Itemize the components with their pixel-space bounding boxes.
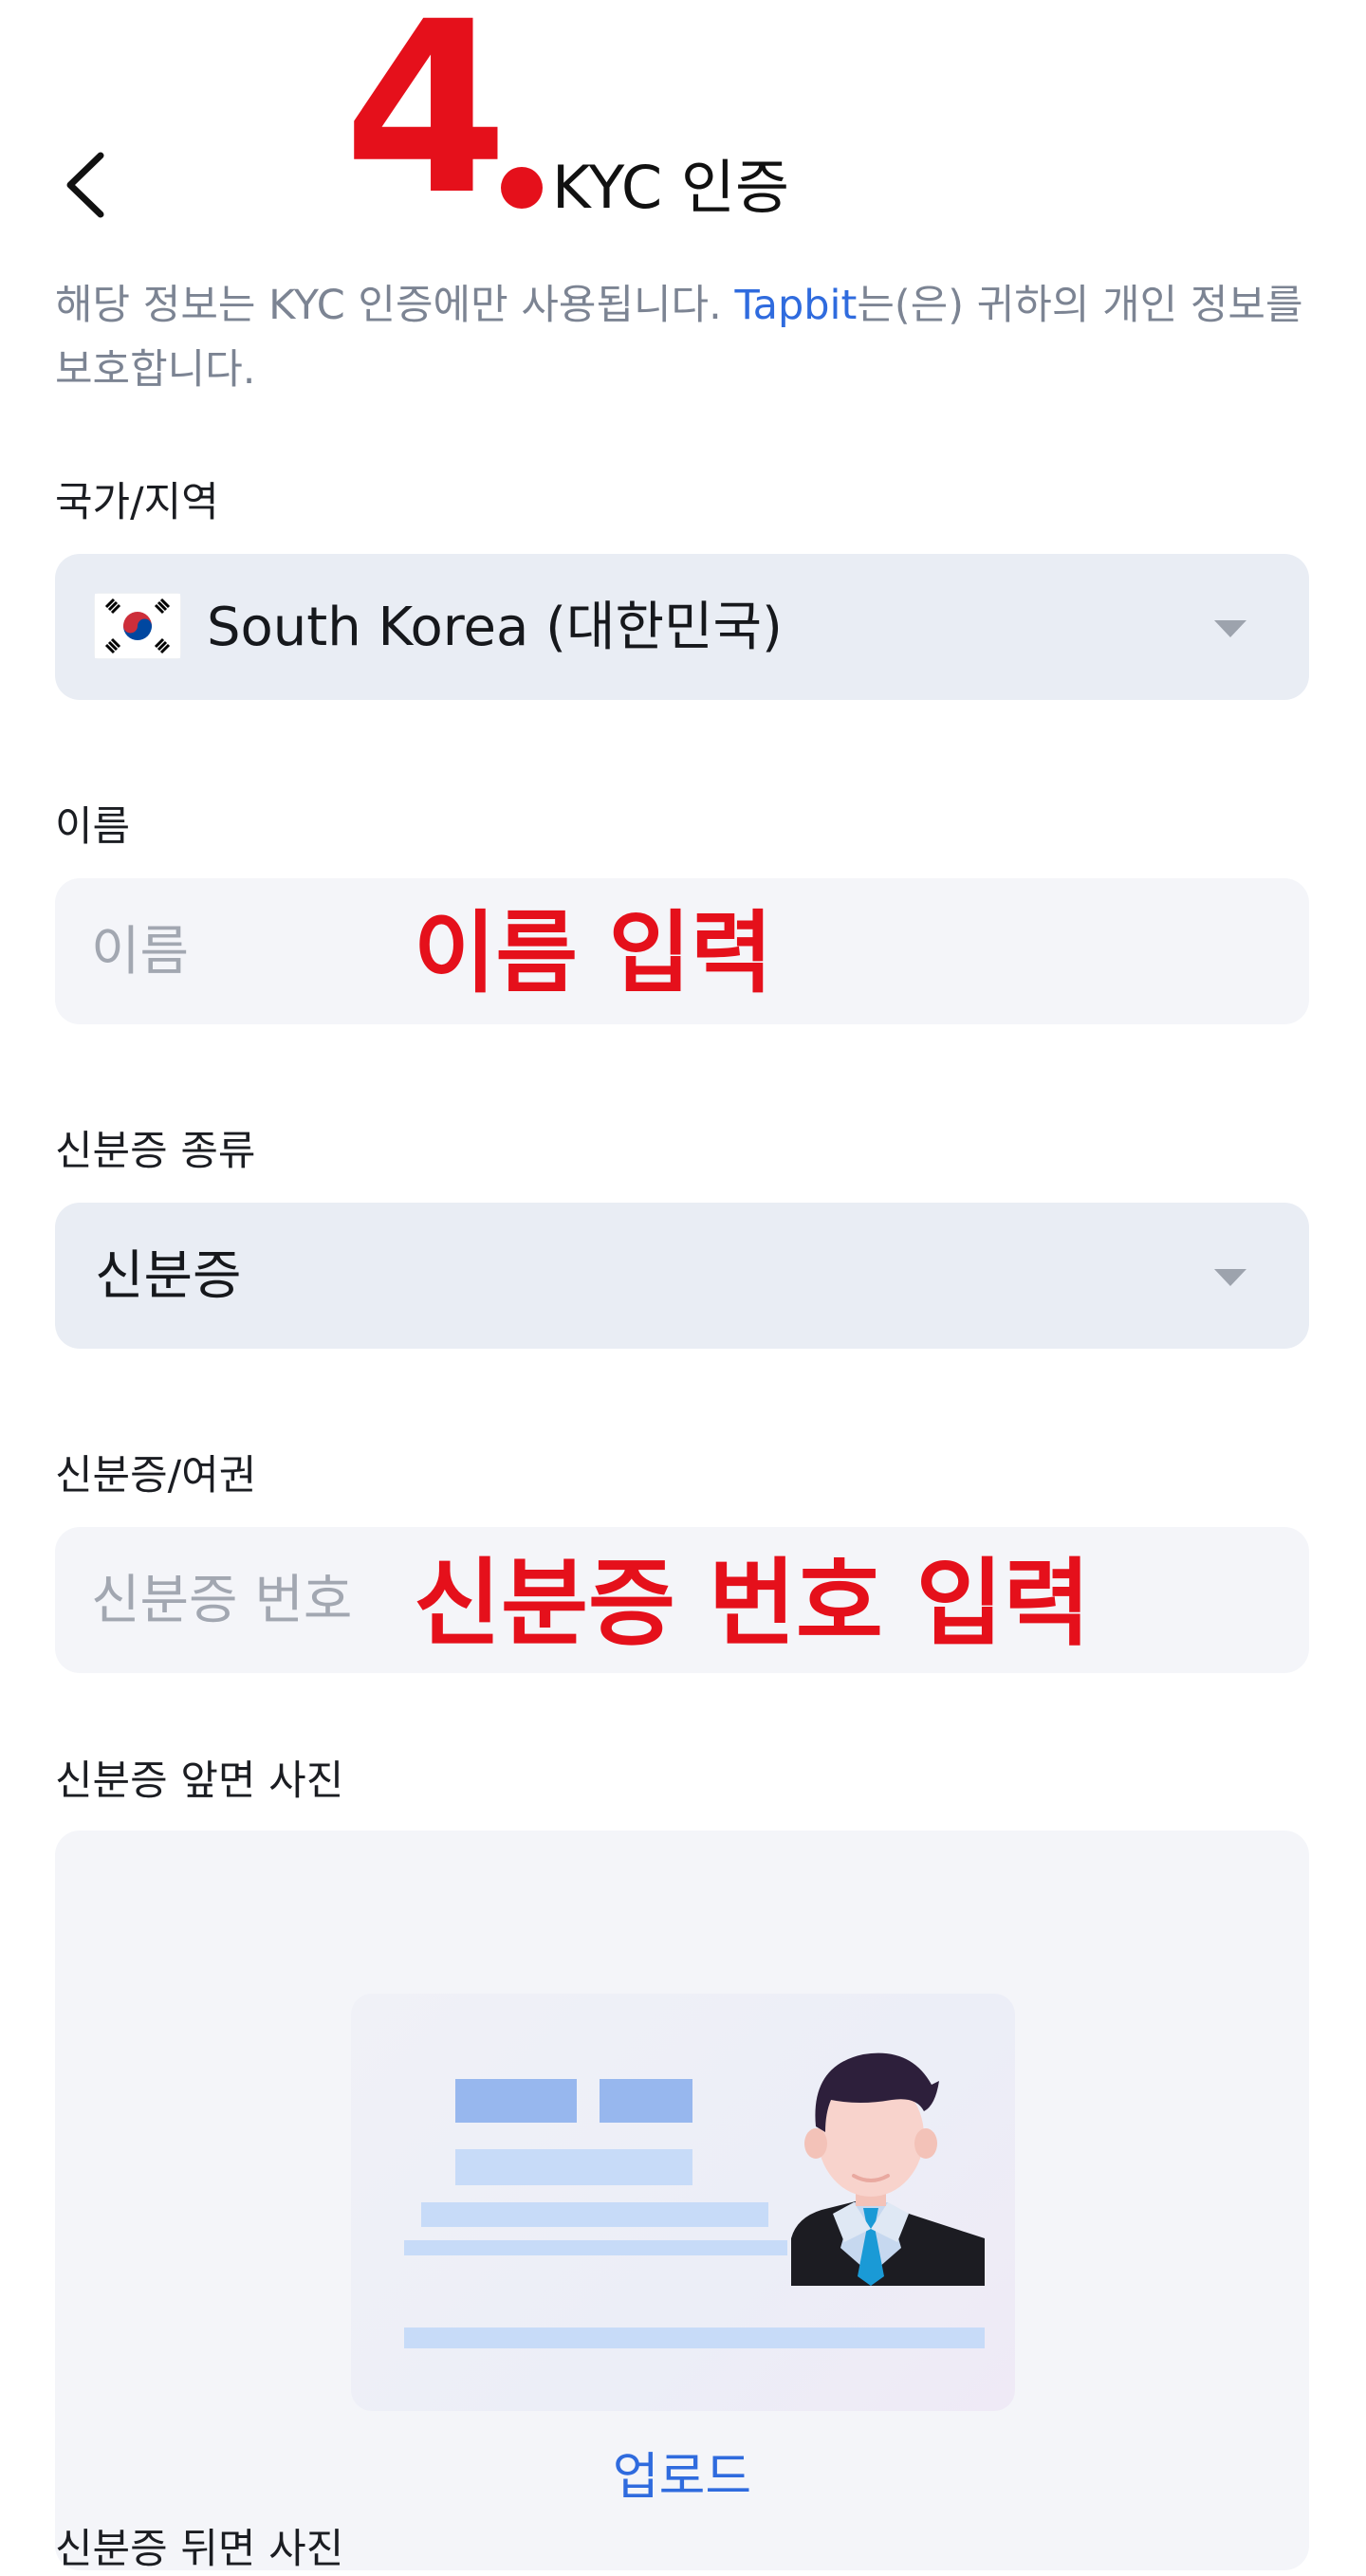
name-input-annotation: 이름 입력: [414, 902, 773, 1005]
front-photo-label: 신분증 앞면 사진: [55, 1757, 344, 1805]
name-input[interactable]: [91, 878, 414, 1024]
south-korea-flag-icon: [95, 594, 180, 658]
page-title: KYC 인증: [552, 153, 790, 222]
caret-down-icon: [1214, 1269, 1246, 1286]
country-label: 국가/지역: [55, 479, 219, 526]
back-photo-label: 신분증 뒤면 사진: [55, 2526, 344, 2573]
id-type-select[interactable]: 신분증: [55, 1203, 1309, 1349]
id-card-illustration: [351, 1994, 1015, 2411]
id-number-input-annotation: 신분증 번호 입력: [414, 1548, 1091, 1659]
country-select[interactable]: South Korea (대한민국): [55, 554, 1309, 700]
country-value: South Korea (대한민국): [207, 597, 783, 658]
name-field[interactable]: 이름 입력: [55, 878, 1309, 1024]
step-number-annotation: 4: [343, 0, 508, 247]
caret-down-icon: [1214, 620, 1246, 637]
front-photo-upload-card[interactable]: 업로드: [55, 1831, 1309, 2570]
annotation-dot: [501, 167, 543, 209]
name-label: 이름: [55, 803, 131, 851]
id-number-label: 신분증/여권: [55, 1452, 257, 1500]
id-number-field[interactable]: 신분증 번호 입력: [55, 1527, 1309, 1673]
brand-name: Tapbit: [734, 282, 858, 329]
back-button[interactable]: [53, 142, 120, 228]
privacy-notice: 해당 정보는 KYC 인증에만 사용됩니다. Tapbit는(은) 귀하의 개인…: [55, 273, 1307, 402]
notice-text-before: 해당 정보는 KYC 인증에만 사용됩니다.: [55, 282, 735, 329]
id-number-input[interactable]: [91, 1527, 414, 1673]
id-type-label: 신분증 종류: [55, 1128, 256, 1175]
upload-button[interactable]: 업로드: [55, 2449, 1309, 2506]
id-type-value: 신분증: [95, 1245, 242, 1307]
chevron-left-icon: [66, 152, 104, 218]
